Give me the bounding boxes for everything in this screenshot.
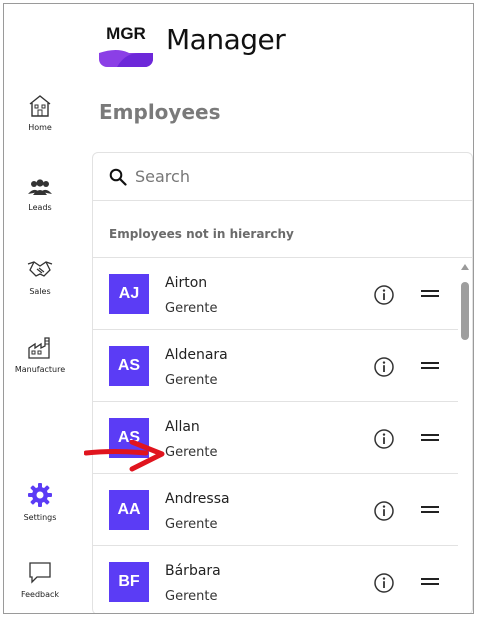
app-logo: MGR [99, 13, 153, 67]
info-icon[interactable] [373, 500, 395, 522]
employees-panel: Employees not in hierarchy AJ Airton Ger… [92, 152, 473, 613]
employee-row[interactable]: BF Bárbara Gerente [93, 546, 458, 613]
employee-role: Gerente [165, 301, 218, 316]
logo-text: MGR [106, 24, 146, 43]
section-label: Employees not in hierarchy [109, 227, 294, 241]
sidebar-item-label: Home [28, 123, 52, 132]
employee-role: Gerente [165, 445, 218, 460]
list-scrollbar[interactable] [458, 258, 472, 613]
sidebar-item-manufacture[interactable]: Manufacture [4, 336, 76, 374]
drag-handle-icon[interactable] [421, 288, 439, 302]
employee-list: AJ Airton Gerente AS Aldenara Gerente AS… [93, 258, 458, 613]
info-icon[interactable] [373, 356, 395, 378]
employee-role: Gerente [165, 373, 218, 388]
sidebar-item-label: Feedback [20, 590, 60, 599]
home-icon [29, 95, 51, 117]
search-bar [93, 153, 472, 201]
avatar: AJ [109, 274, 149, 314]
info-icon[interactable] [373, 428, 395, 450]
scroll-up-arrow-icon[interactable] [461, 264, 469, 270]
sidebar-item-label: Manufacture [14, 365, 66, 374]
sidebar-item-settings[interactable]: Settings [4, 482, 76, 522]
sidebar-item-home[interactable]: Home [4, 94, 76, 132]
employee-role: Gerente [165, 517, 218, 532]
page-title: Employees [99, 100, 221, 124]
handshake-icon [27, 261, 53, 277]
drag-handle-icon[interactable] [421, 432, 439, 446]
people-icon [28, 179, 52, 195]
employee-name: Andressa [165, 491, 230, 507]
scrollbar-thumb[interactable] [461, 282, 469, 340]
sidebar-item-feedback[interactable]: Feedback [4, 561, 76, 599]
sidebar-item-leads[interactable]: Leads [4, 178, 76, 212]
employee-name: Airton [165, 275, 208, 291]
employee-row[interactable]: AS Aldenara Gerente [93, 330, 458, 402]
gear-icon [28, 483, 52, 507]
factory-icon [28, 337, 50, 359]
employee-name: Aldenara [165, 347, 228, 363]
drag-handle-icon[interactable] [421, 360, 439, 374]
avatar: BF [109, 562, 149, 602]
avatar: AS [109, 418, 149, 458]
chat-icon [29, 562, 51, 584]
search-input[interactable] [135, 167, 435, 186]
info-icon[interactable] [373, 572, 395, 594]
info-icon[interactable] [373, 284, 395, 306]
drag-handle-icon[interactable] [421, 504, 439, 518]
app-window: MGR Manager Home Leads Sales Manufacture… [3, 3, 474, 614]
sidebar-item-sales[interactable]: Sales [4, 256, 76, 296]
sidebar-item-label: Settings [23, 513, 57, 522]
sidebar-item-label: Sales [29, 287, 51, 296]
search-icon [109, 168, 127, 186]
employee-row[interactable]: AJ Airton Gerente [93, 258, 458, 330]
drag-handle-icon[interactable] [421, 576, 439, 590]
employee-row[interactable]: AA Andressa Gerente [93, 474, 458, 546]
sidebar-item-label: Leads [28, 203, 52, 212]
employee-name: Allan [165, 419, 200, 435]
employee-row[interactable]: AS Allan Gerente [93, 402, 458, 474]
employee-name: Bárbara [165, 563, 221, 579]
avatar: AS [109, 346, 149, 386]
employee-role: Gerente [165, 589, 218, 604]
avatar: AA [109, 490, 149, 530]
app-title: Manager [166, 23, 286, 56]
